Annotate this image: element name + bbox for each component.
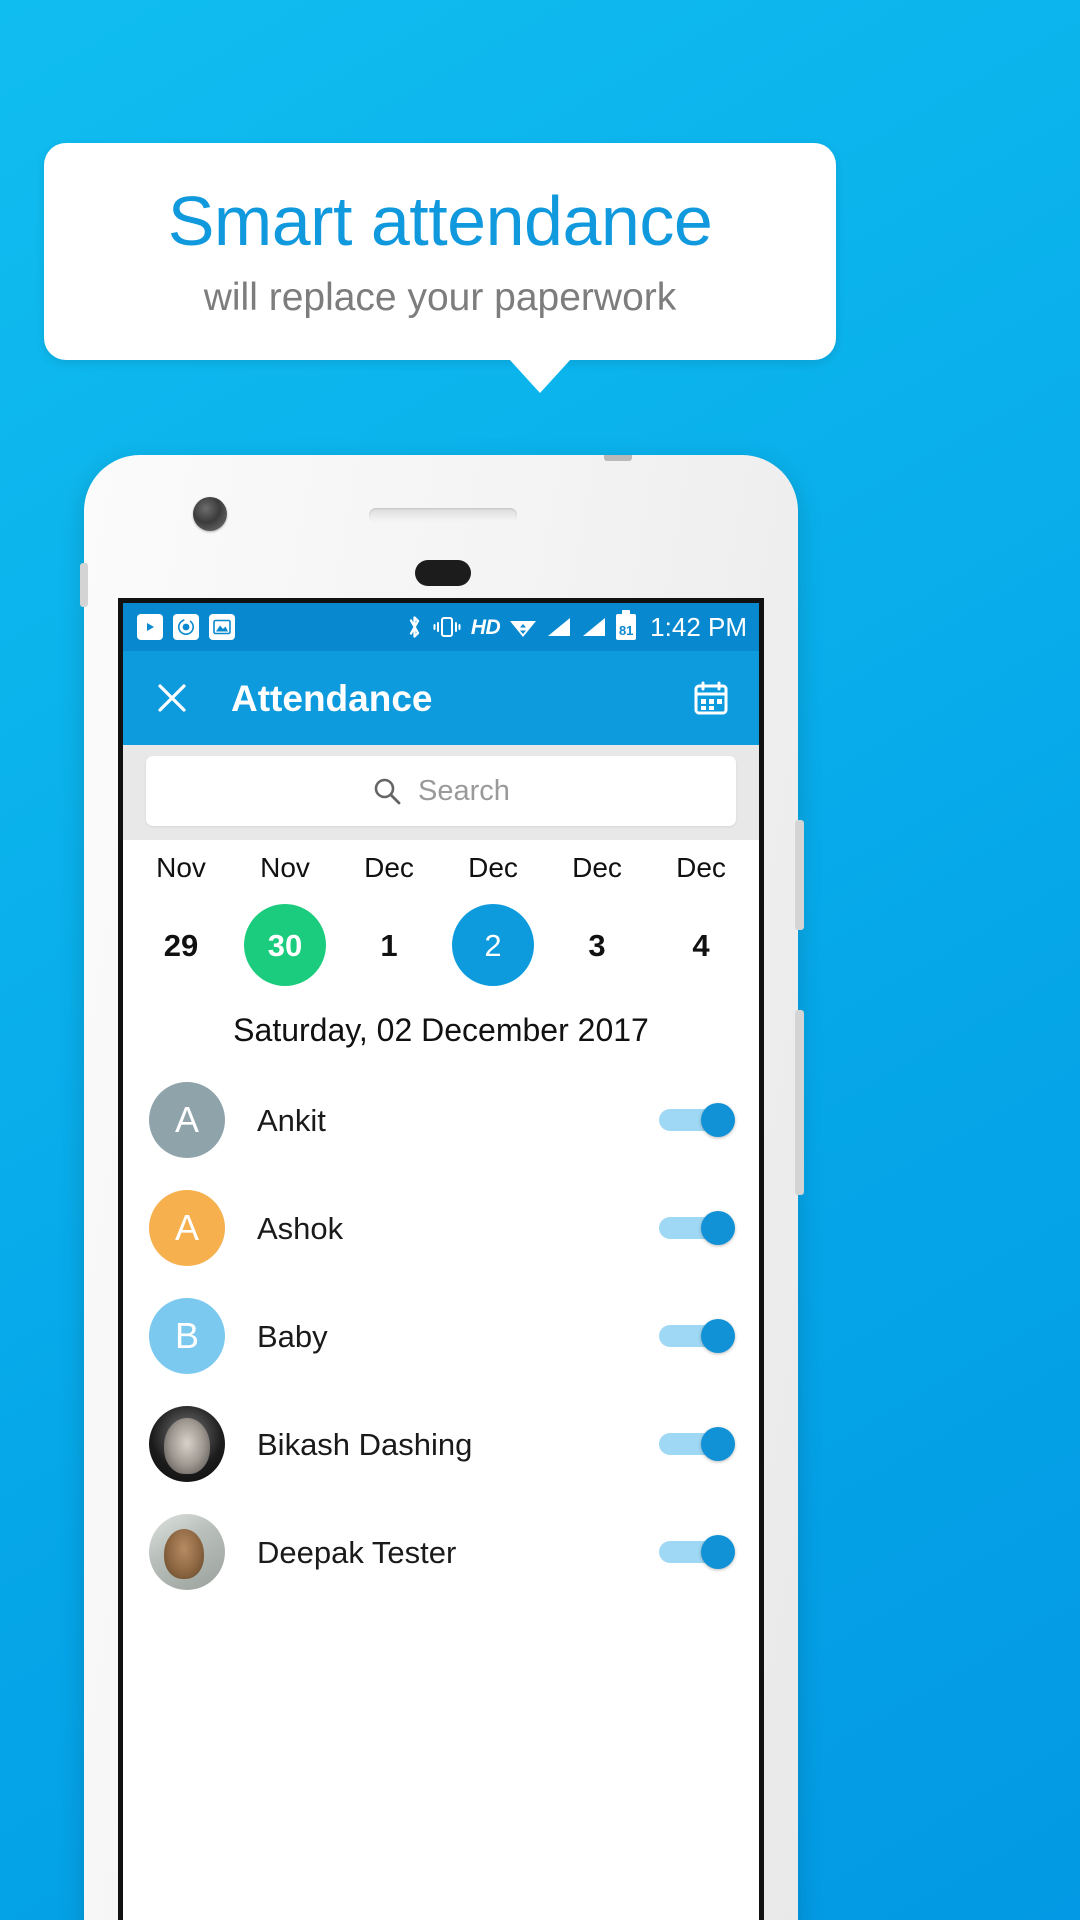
promo-subtitle: will replace your paperwork xyxy=(203,276,677,319)
bluetooth-icon xyxy=(406,614,423,640)
attendance-toggle[interactable] xyxy=(659,1535,735,1569)
battery-icon: 81 xyxy=(616,610,637,640)
avatar: B xyxy=(149,1298,225,1374)
date-month-label: Dec xyxy=(572,852,622,883)
battery-level-label: 81 xyxy=(618,623,634,638)
status-bar-clock: 1:42 PM xyxy=(650,612,747,642)
toggle-knob xyxy=(701,1319,735,1353)
date-month-label: Dec xyxy=(364,852,414,883)
youtube-play-icon xyxy=(137,614,163,640)
attendance-toggle[interactable] xyxy=(659,1211,735,1245)
toggle-knob xyxy=(701,1103,735,1137)
hd-icon: HD xyxy=(470,615,501,639)
status-bar: HD 81 1:42 PM xyxy=(123,603,759,651)
status-bar-system-icons: HD 81 1:42 PM xyxy=(406,610,747,642)
date-cell[interactable]: Dec 1 xyxy=(337,854,441,986)
attendance-toggle[interactable] xyxy=(659,1103,735,1137)
promo-callout-tail xyxy=(509,359,571,393)
date-month-label: Dec xyxy=(468,852,518,883)
gallery-image-icon xyxy=(209,614,235,640)
list-item[interactable]: A Ankit xyxy=(123,1066,759,1174)
page-title: Attendance xyxy=(231,677,433,719)
date-month-label: Nov xyxy=(156,852,206,883)
date-day-number: 4 xyxy=(692,927,710,963)
front-camera-module xyxy=(415,560,471,586)
phone-antenna-line xyxy=(604,455,632,461)
app-bar: Attendance xyxy=(123,651,759,745)
search-placeholder: Search xyxy=(418,774,510,807)
phone-left-button xyxy=(80,563,88,607)
list-item[interactable]: B Baby xyxy=(123,1282,759,1390)
date-day-number-selected: 2 xyxy=(452,904,534,986)
wifi-icon xyxy=(509,615,537,639)
calendar-icon[interactable] xyxy=(689,676,733,720)
date-month-label: Dec xyxy=(676,852,726,883)
promo-screenshot: Smart attendance will replace your paper… xyxy=(0,0,1080,1920)
date-month-label: Nov xyxy=(260,852,310,883)
phone-power-button xyxy=(795,820,804,930)
mi-music-icon xyxy=(173,614,199,640)
list-item[interactable]: Deepak Tester xyxy=(123,1498,759,1606)
list-item-name: Bikash Dashing xyxy=(257,1426,473,1462)
phone-screen: HD 81 1:42 PM Attendance Search Nov 29 N… xyxy=(118,598,764,1920)
date-cell[interactable]: Dec 3 xyxy=(545,854,649,986)
toggle-knob xyxy=(701,1427,735,1461)
date-day-number-today: 30 xyxy=(244,904,326,986)
earpiece-speaker xyxy=(369,508,517,522)
avatar: A xyxy=(149,1190,225,1266)
status-bar-notifications xyxy=(137,614,235,640)
attendance-toggle[interactable] xyxy=(659,1319,735,1353)
list-item-name: Ankit xyxy=(257,1102,326,1138)
avatar xyxy=(149,1514,225,1590)
list-item[interactable]: A Ashok xyxy=(123,1174,759,1282)
toggle-knob xyxy=(701,1535,735,1569)
search-bar-container: Search xyxy=(123,745,759,840)
attendance-toggle[interactable] xyxy=(659,1427,735,1461)
avatar xyxy=(149,1406,225,1482)
list-item[interactable]: Bikash Dashing xyxy=(123,1390,759,1498)
list-item-name: Ashok xyxy=(257,1210,344,1246)
attendance-list: A Ankit A Ashok B Baby Bikash Dashing De… xyxy=(123,1066,759,1606)
signal-icon xyxy=(581,615,607,639)
selected-date-header: Saturday, 02 December 2017 xyxy=(123,992,759,1066)
close-icon[interactable] xyxy=(151,677,193,719)
list-item-name: Baby xyxy=(257,1318,328,1354)
date-cell[interactable]: Nov 30 xyxy=(233,854,337,986)
search-input[interactable]: Search xyxy=(146,756,736,826)
date-cell[interactable]: Nov 29 xyxy=(129,854,233,986)
toggle-knob xyxy=(701,1211,735,1245)
date-strip: Nov 29 Nov 30 Dec 1 Dec 2 Dec 3 Dec 4 xyxy=(123,840,759,992)
phone-volume-button xyxy=(795,1010,804,1195)
date-cell[interactable]: Dec 4 xyxy=(649,854,753,986)
search-icon xyxy=(372,776,402,806)
date-cell[interactable]: Dec 2 xyxy=(441,854,545,986)
date-day-number: 3 xyxy=(588,927,606,963)
date-day-number: 1 xyxy=(380,927,398,963)
vibrate-icon xyxy=(432,615,462,639)
promo-callout: Smart attendance will replace your paper… xyxy=(44,143,836,360)
date-day-number: 29 xyxy=(163,927,199,963)
avatar: A xyxy=(149,1082,225,1158)
list-item-name: Deepak Tester xyxy=(257,1534,457,1570)
signal-icon xyxy=(546,615,572,639)
promo-title: Smart attendance xyxy=(167,182,713,260)
front-camera-lens xyxy=(193,497,227,531)
